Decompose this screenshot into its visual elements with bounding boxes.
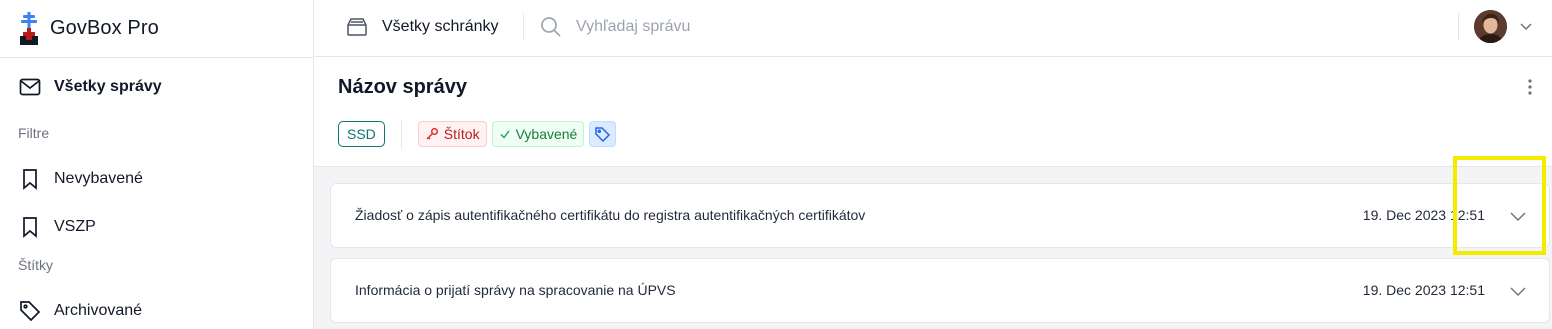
message-subject: Žiadosť o zápis autentifikačného certifi… [355, 207, 866, 223]
inbox-icon [347, 18, 367, 36]
mailbox-label: Všetky schránky [382, 18, 499, 35]
sidebar-item-label: Archivované [54, 302, 143, 319]
filters-heading: Filtre [18, 125, 50, 141]
brand[interactable]: GovBox Pro [0, 0, 313, 57]
add-tag-button[interactable] [589, 121, 617, 147]
tag-stitok[interactable]: Štítok [417, 121, 487, 147]
app-name: GovBox Pro [50, 17, 159, 39]
user-photo-icon [1474, 10, 1507, 43]
tag-label: Štítok [443, 126, 480, 142]
search-icon [541, 17, 561, 37]
divider [400, 119, 402, 149]
search-input[interactable] [576, 18, 1176, 36]
mailbox-selector-button[interactable]: Všetky schránky [346, 12, 498, 42]
tags-heading: Štítky [18, 257, 54, 273]
sidebar-item-vszp[interactable]: VSZP [18, 215, 96, 239]
sidebar-item-label: Nevybavené [54, 170, 143, 187]
page-title: Názov správy [338, 76, 467, 98]
sidebar-item-all-messages[interactable]: Všetky správy [18, 75, 162, 99]
sidebar-item-label: Všetky správy [54, 78, 162, 95]
tag-icon [18, 299, 42, 323]
message-header: Názov správy SSD Štítok Vybavené [314, 58, 1552, 167]
bookmark-icon [18, 215, 42, 239]
key-icon [425, 127, 439, 141]
tag-ssd[interactable]: SSD [338, 121, 385, 147]
govbox-logo-icon [20, 11, 38, 45]
divider [0, 57, 313, 58]
tag-icon [594, 126, 611, 143]
tag-vybavene[interactable]: Vybavené [491, 121, 585, 147]
sidebar-item-label: VSZP [54, 218, 96, 235]
sidebar-item-archivovane[interactable]: Archivované [18, 299, 142, 323]
chevron-down-icon[interactable] [1518, 18, 1534, 34]
chevron-down-icon[interactable] [1509, 282, 1527, 300]
message-thread-item[interactable]: Žiadosť o zápis autentifikačného certifi… [330, 183, 1550, 248]
bookmark-icon [18, 167, 42, 191]
check-icon [499, 128, 511, 140]
tag-label: Vybavené [515, 126, 578, 142]
envelope-icon [18, 75, 42, 99]
message-thread-item[interactable]: Informácia o prijatí správy na spracovan… [330, 258, 1550, 323]
divider [1458, 13, 1459, 41]
sidebar: GovBox Pro Všetky správy Filtre Nevybave… [0, 0, 314, 329]
highlight-box [1453, 156, 1546, 255]
tag-list: SSD Štítok Vybavené [338, 119, 621, 149]
search-bar [540, 12, 1176, 42]
topbar: Všetky schránky [314, 0, 1552, 57]
message-date: 19. Dec 2023 12:51 [1362, 282, 1485, 298]
message-subject: Informácia o prijatí správy na spracovan… [355, 282, 676, 298]
avatar[interactable] [1474, 10, 1507, 43]
divider [523, 13, 524, 41]
main-content: Názov správy SSD Štítok Vybavené Žiadosť… [314, 58, 1552, 329]
sidebar-item-nevybavene[interactable]: Nevybavené [18, 167, 143, 191]
more-options-icon[interactable] [1524, 76, 1536, 98]
